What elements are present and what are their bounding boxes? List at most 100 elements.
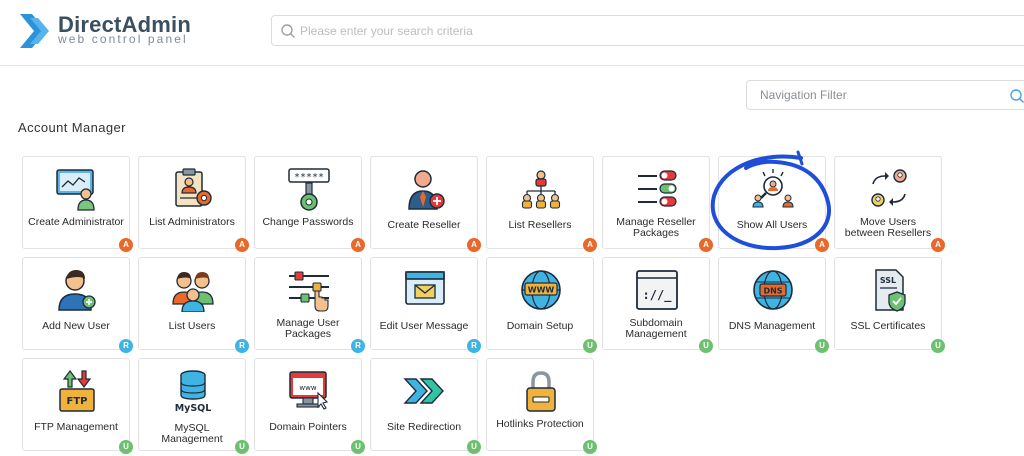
badge-admin: A [235,238,249,252]
subdomain-management-card[interactable]: ://_ Subdomain Management U [602,257,713,353]
card-label: Manage Reseller Packages [616,216,696,239]
account-manager-grid: Create Administrator A List Administrato… [22,156,945,454]
domain-pointers-icon: www [289,371,329,410]
badge-user: U [699,339,713,353]
card-label: Domain Pointers [269,421,347,433]
dns-management-icon: DNS [753,270,793,310]
mysql-text: MySQL [175,403,212,413]
card-label: FTP Management [34,421,118,433]
card-label: MySQL Management [161,422,223,445]
badge-user: U [119,440,133,454]
www-small-text: www [299,384,316,392]
site-redirection-card[interactable]: Site Redirection U [370,358,481,454]
list-users-icon [172,272,214,312]
badge-reseller: R [467,339,481,353]
ssl-text: SSL [880,276,896,285]
card-label: DNS Management [728,320,816,332]
navigation-filter[interactable] [746,80,1024,110]
dns-text: DNS [763,287,782,296]
edit-user-message-card[interactable]: Edit User Message R [370,257,481,353]
card-label: SSL Certificates [850,320,926,332]
card-label: Site Redirection [386,421,462,433]
create-administrator-card[interactable]: Create Administrator A [22,156,133,252]
logo-subtitle: web control panel [58,32,188,46]
card-label: Domain Setup [506,320,574,332]
list-resellers-icon [521,170,561,209]
site-redirection-icon [403,378,444,404]
show-all-users-card[interactable]: Show All Users A [718,156,829,252]
terminal-text: ://_ [643,288,673,303]
mysql-management-card[interactable]: MySQL MySQL Management U [138,358,249,454]
ftp-management-card[interactable]: FTP FTP Management U [22,358,133,454]
create-reseller-icon [408,170,445,210]
manage-user-packages-icon [289,271,329,312]
subdomain-management-icon: ://_ [636,270,678,310]
list-administrators-icon [175,168,212,207]
badge-user: U [583,339,597,353]
create-administrator-icon [56,169,95,211]
card-label: Subdomain Management [625,317,687,340]
global-search[interactable] [271,15,1024,46]
badge-admin: A [815,238,829,252]
badge-admin: A [351,238,365,252]
ssl-certificates-icon: SSL [875,269,906,312]
card-label: Create Reseller [387,219,461,231]
directadmin-logo-icon [20,14,49,48]
badge-user: U [467,440,481,454]
badge-admin: A [583,238,597,252]
add-new-user-card[interactable]: Add New User R [22,257,133,353]
search-icon[interactable] [1009,88,1024,104]
list-administrators-card[interactable]: List Administrators A [138,156,249,252]
show-all-users-icon [752,169,794,208]
search-icon [281,24,295,38]
hotlinks-protection-card[interactable]: Hotlinks Protection U [486,358,597,454]
move-users-between-resellers-card[interactable]: Move Users between Resellers A [834,156,945,252]
search-input[interactable] [300,18,900,43]
card-label: List Administrators [149,216,235,228]
password-mask-text: ***** [294,172,324,183]
badge-user: U [815,339,829,353]
domain-setup-card[interactable]: WWW Domain Setup U [486,257,597,353]
move-users-icon [871,169,907,207]
card-label: Manage User Packages [276,317,340,340]
badge-reseller: R [119,339,133,353]
list-resellers-card[interactable]: List Resellers A [486,156,597,252]
card-label: Move Users between Resellers [844,216,932,239]
directadmin-logo[interactable]: DirectAdmin web control panel [18,12,198,52]
card-label: Show All Users [736,219,808,231]
badge-user: U [931,339,945,353]
manage-user-packages-card[interactable]: Manage User Packages R [254,257,365,353]
card-label: Hotlinks Protection [496,418,584,430]
hotlinks-protection-icon [526,371,556,412]
change-passwords-icon: ***** [288,168,330,211]
create-reseller-card[interactable]: Create Reseller A [370,156,481,252]
domain-pointers-card[interactable]: www Domain Pointers U [254,358,365,454]
manage-reseller-packages-icon [638,170,677,207]
manage-reseller-packages-card[interactable]: Manage Reseller Packages A [602,156,713,252]
card-label: Change Passwords [262,216,354,228]
badge-reseller: R [235,339,249,353]
badge-admin: A [931,238,945,252]
section-title: Account Manager [18,120,126,135]
navigation-filter-input[interactable] [760,84,1000,106]
edit-user-message-icon [405,271,445,305]
badge-user: U [235,440,249,454]
badge-admin: A [119,238,133,252]
mysql-management-icon: MySQL [175,370,212,413]
badge-reseller: R [351,339,365,353]
list-users-card[interactable]: List Users R [138,257,249,353]
domain-setup-icon: WWW [521,270,561,310]
badge-user: U [583,440,597,454]
dns-management-card[interactable]: DNS DNS Management U [718,257,829,353]
ftp-management-icon: FTP [59,370,95,412]
badge-admin: A [467,238,481,252]
badge-user: U [351,440,365,454]
top-header: DirectAdmin web control panel [0,0,1024,66]
add-new-user-icon [58,270,96,311]
change-passwords-card[interactable]: ***** Change Passwords A [254,156,365,252]
card-label: Edit User Message [379,320,469,332]
ssl-certificates-card[interactable]: SSL SSL Certificates U [834,257,945,353]
www-text: WWW [528,286,555,295]
card-label: Add New User [42,320,110,332]
card-label: List Users [168,320,216,332]
